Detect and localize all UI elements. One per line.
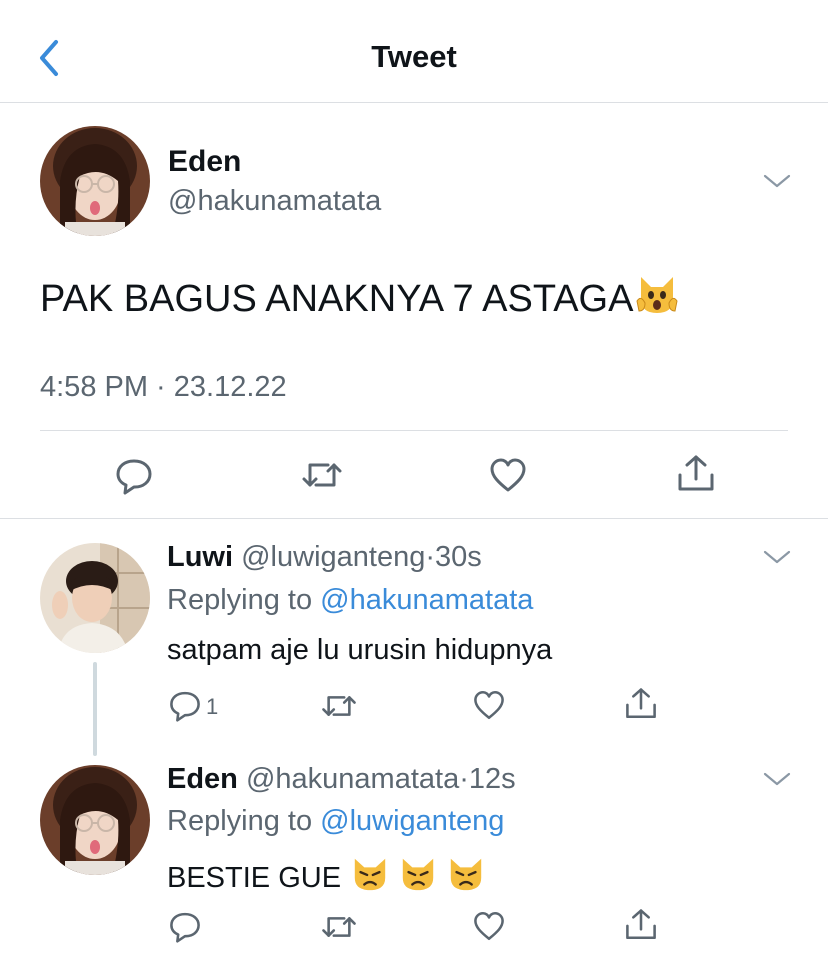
reply-time: 30s (435, 541, 482, 573)
reply-button[interactable] (114, 455, 154, 495)
avatar-image (40, 126, 150, 236)
share-icon (626, 688, 656, 719)
reply-header: Eden @hakunamatata·12s (167, 763, 516, 796)
retweet-icon (322, 696, 356, 716)
heart-icon (474, 911, 504, 941)
author-handle[interactable]: @luwiganteng (241, 541, 425, 573)
like-button[interactable] (472, 909, 506, 943)
author-name[interactable]: Eden (168, 145, 241, 179)
share-button[interactable] (676, 453, 716, 495)
avatar-image (40, 543, 150, 653)
retweet-button[interactable] (320, 690, 358, 722)
share-button[interactable] (624, 686, 658, 722)
like-button[interactable] (472, 688, 506, 722)
author-handle[interactable]: @hakunamatata (246, 763, 459, 795)
reply-header: Luwi @luwiganteng·30s (167, 541, 482, 574)
retweet-button[interactable] (300, 457, 344, 493)
main-tweet: Eden @hakunamatata PAK BAGUS ANAKNYA 7 A… (0, 103, 828, 519)
mention-link[interactable]: @luwiganteng (320, 805, 504, 837)
chevron-down-icon (763, 550, 791, 564)
reply-icon (116, 459, 152, 495)
avatar[interactable] (40, 543, 150, 653)
divider (40, 430, 788, 431)
reply-button[interactable] (168, 688, 202, 722)
separator-dot: · (459, 763, 469, 795)
tweet-menu-button[interactable] (762, 171, 792, 191)
tweet-menu-button[interactable] (762, 547, 792, 567)
reply-icon (170, 691, 200, 722)
reply-icon (170, 912, 200, 943)
chevron-down-icon (763, 772, 791, 786)
replying-prefix: Replying to (167, 584, 313, 616)
replying-to-line: Replying to @hakunamatata (167, 584, 533, 617)
reply-time: 12s (468, 763, 516, 795)
tweet-text-content: PAK BAGUS ANAKNYA 7 ASTAGA (40, 278, 634, 320)
tweet-text: PAK BAGUS ANAKNYA 7 ASTAGA (40, 273, 679, 321)
pouting-cat-face-icon (402, 858, 434, 891)
pouting-cat-face-icon (354, 858, 386, 891)
replying-prefix: Replying to (167, 805, 313, 837)
tweet-menu-button[interactable] (762, 769, 792, 789)
chevron-down-icon (763, 174, 791, 188)
page-title: Tweet (371, 39, 457, 74)
reply-count: 1 (206, 694, 219, 719)
reply-button[interactable] (168, 909, 202, 943)
reply-text: satpam aje lu urusin hidupnya (167, 634, 553, 666)
author-handle[interactable]: @hakunamatata (168, 185, 381, 218)
thread-connector (93, 662, 97, 756)
retweet-icon (322, 917, 356, 937)
share-icon (678, 455, 714, 491)
replying-to-line: Replying to @luwiganteng (167, 805, 504, 838)
avatar[interactable] (40, 765, 150, 875)
mention-link[interactable]: @hakunamatata (320, 584, 533, 616)
tweet-timestamp: 4:58 PM · 23.12.22 (40, 371, 287, 403)
avatar[interactable] (40, 126, 150, 236)
reply-text: BESTIE GUE (167, 855, 485, 895)
like-button[interactable] (488, 455, 528, 495)
author-name[interactable]: Eden (167, 763, 238, 795)
reply-text-content: BESTIE GUE (167, 862, 342, 894)
separator-dot: · (425, 541, 436, 573)
share-button[interactable] (624, 907, 658, 943)
top-nav-bar: Tweet (0, 0, 828, 103)
heart-icon (490, 458, 526, 492)
retweet-button[interactable] (320, 911, 358, 943)
avatar-image (40, 765, 150, 875)
weary-cat-face-icon (636, 277, 678, 313)
author-name[interactable]: Luwi (167, 541, 233, 573)
share-icon (626, 909, 656, 940)
heart-icon (474, 690, 504, 720)
retweet-icon (302, 463, 342, 487)
pouting-cat-face-icon (450, 858, 482, 891)
